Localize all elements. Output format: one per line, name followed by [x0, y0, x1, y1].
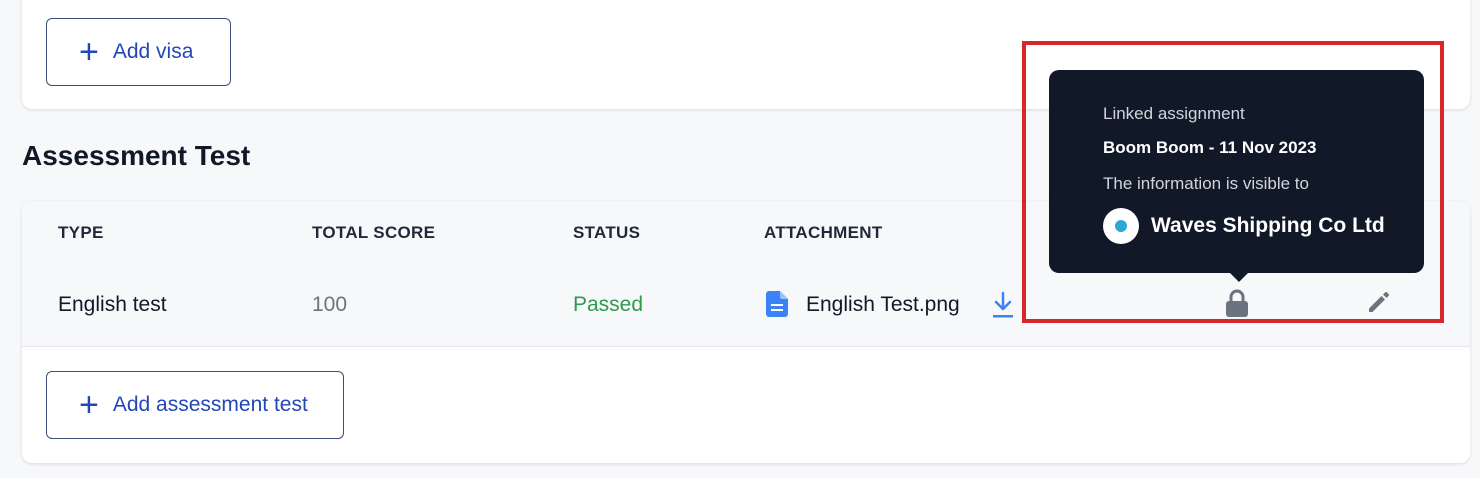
tooltip-company: Waves Shipping Co Ltd [1103, 208, 1385, 244]
plus-icon: + [79, 33, 99, 71]
company-name: Waves Shipping Co Ltd [1151, 214, 1385, 237]
file-icon [766, 291, 788, 322]
cell-type: English test [58, 293, 167, 316]
cell-total-score: 100 [312, 293, 348, 316]
add-assessment-test-button[interactable]: + Add assessment test [46, 371, 344, 439]
status-badge: Passed [573, 293, 644, 316]
download-icon[interactable] [992, 291, 1014, 324]
tooltip-assignment: Boom Boom - 11 Nov 2023 [1103, 138, 1317, 157]
pencil-icon[interactable] [1366, 289, 1392, 320]
add-visa-label: Add visa [112, 40, 194, 63]
add-visa-button[interactable]: + Add visa [46, 18, 231, 86]
column-header-type: TYPE [58, 223, 104, 242]
column-header-total-score: TOTAL SCORE [312, 223, 436, 242]
tooltip-linked-label: Linked assignment [1103, 104, 1245, 123]
section-title: Assessment Test [22, 140, 251, 171]
plus-icon: + [79, 386, 99, 424]
tooltip-visible-label: The information is visible to [1103, 174, 1309, 193]
attachment-link[interactable]: English Test.png [806, 293, 960, 317]
company-logo [1103, 208, 1139, 244]
add-assessment-test-label: Add assessment test [112, 393, 308, 416]
column-header-attachment: ATTACHMENT [764, 223, 883, 242]
column-header-status: STATUS [573, 223, 641, 242]
lock-icon[interactable] [1225, 289, 1249, 322]
linked-assignment-tooltip: Linked assignment Boom Boom - 11 Nov 202… [1049, 70, 1424, 282]
